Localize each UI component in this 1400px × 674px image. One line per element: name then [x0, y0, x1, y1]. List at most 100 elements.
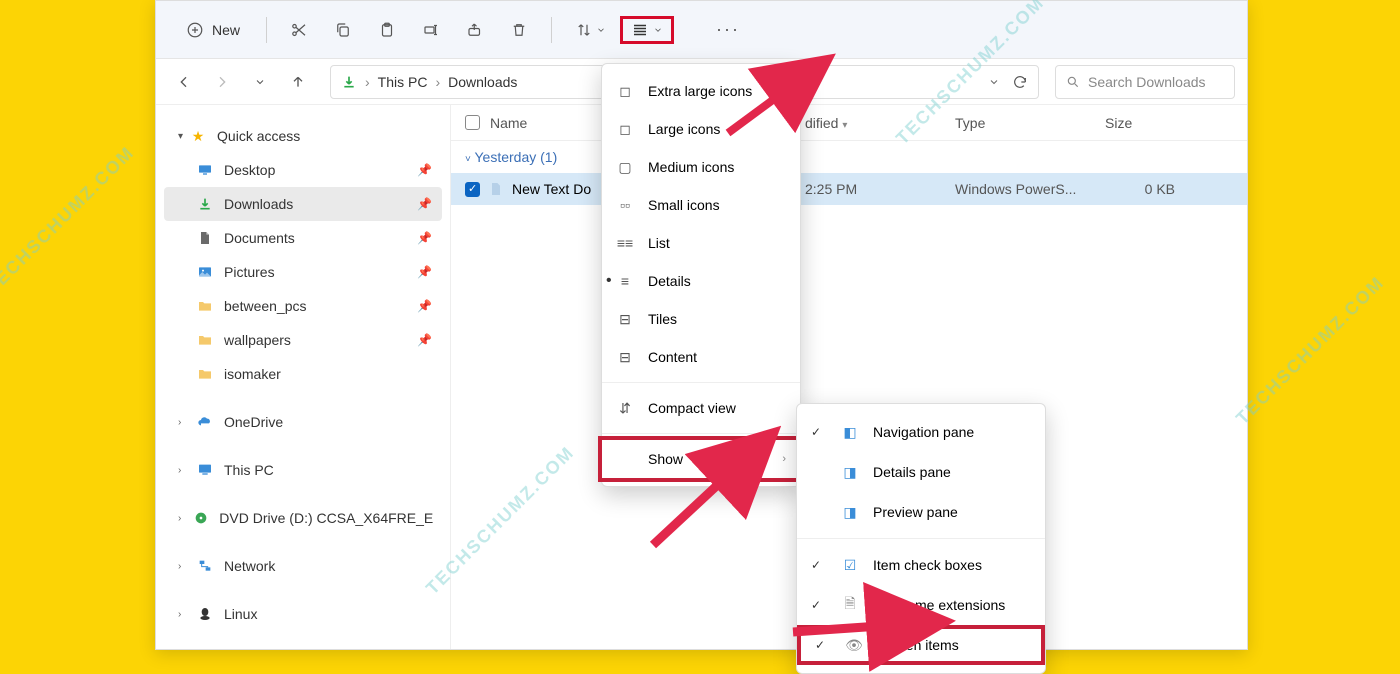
sidebar-item-downloads[interactable]: Downloads📌 — [164, 187, 442, 221]
sidebar-item-desktop[interactable]: Desktop📌 — [164, 153, 442, 187]
menu-item-sm-icons[interactable]: ▫▫Small icons — [602, 186, 800, 224]
chevron-down-icon — [653, 25, 663, 35]
menu-item-md-icons[interactable]: ▢Medium icons — [602, 148, 800, 186]
separator — [551, 17, 552, 43]
sidebar-item-wallpapers[interactable]: wallpapers 📌 — [164, 323, 442, 357]
submenu-navigation-pane[interactable]: ✓◧Navigation pane — [797, 412, 1045, 452]
sidebar-item-label: between_pcs — [224, 298, 307, 314]
view-button[interactable] — [620, 16, 674, 44]
column-type[interactable]: Type — [955, 115, 1105, 131]
share-button[interactable] — [455, 10, 495, 50]
pin-icon: 📌 — [417, 299, 432, 313]
submenu-details-pane[interactable]: ◨Details pane — [797, 452, 1045, 492]
delete-button[interactable] — [499, 10, 539, 50]
breadcrumb-root[interactable]: This PC — [378, 74, 428, 90]
menu-separator — [797, 538, 1045, 539]
copy-button[interactable] — [323, 10, 363, 50]
tiles-icon: ⊟ — [616, 311, 634, 328]
sidebar-item-documents[interactable]: Documents📌 — [164, 221, 442, 255]
menu-item-list[interactable]: ≡≡List — [602, 224, 800, 262]
sidebar-item-label: wallpapers — [224, 332, 291, 348]
sidebar-linux[interactable]: › Linux — [164, 597, 442, 631]
chevron-right-icon: › — [178, 513, 189, 524]
square-icon: ▢ — [616, 159, 634, 176]
lines-icon: ≡ — [616, 273, 634, 289]
chevron-down-icon — [596, 25, 606, 35]
file-icon — [488, 181, 504, 197]
list-icon: ≡≡ — [616, 235, 634, 251]
sidebar-network[interactable]: › Network — [164, 549, 442, 583]
group-header[interactable]: ˅ Yesterday (1) — [451, 141, 1247, 173]
check-icon: ✓ — [811, 425, 827, 439]
search-placeholder: Search Downloads — [1088, 74, 1206, 90]
sidebar-item-label: Quick access — [217, 128, 300, 144]
file-row[interactable]: New Text Do 2:25 PM Windows PowerS... 0 … — [451, 173, 1247, 205]
cloud-icon — [196, 413, 214, 431]
sidebar-dvd[interactable]: ›DVD Drive (D:) CCSA_X64FRE_EN-US_D — [164, 501, 442, 535]
chevron-right-icon: › — [178, 609, 192, 620]
sidebar-this-pc[interactable]: ›This PC — [164, 453, 442, 487]
star-icon: ★ — [189, 127, 207, 145]
breadcrumb-sep: › — [365, 74, 370, 90]
chevron-down-icon[interactable] — [988, 76, 1000, 88]
more-button[interactable]: ··· — [706, 19, 750, 40]
share-icon — [466, 21, 484, 39]
breadcrumb-folder[interactable]: Downloads — [448, 74, 517, 90]
folder-icon — [196, 331, 214, 349]
cut-button[interactable] — [279, 10, 319, 50]
sort-button[interactable] — [564, 10, 616, 50]
back-button[interactable] — [168, 66, 200, 98]
annotation-arrow — [788, 594, 948, 644]
new-button[interactable]: New — [172, 13, 254, 47]
desktop-icon — [196, 161, 214, 179]
grid-icon: ▫▫ — [616, 197, 634, 213]
sort-icon — [575, 21, 593, 39]
menu-item-tiles[interactable]: ⊟Tiles — [602, 300, 800, 338]
sidebar-item-isomaker[interactable]: isomaker — [164, 357, 442, 391]
sidebar-item-label: Linux — [224, 606, 257, 622]
submenu-preview-pane[interactable]: ◨Preview pane — [797, 492, 1045, 532]
compact-icon: ⇵ — [616, 400, 634, 417]
up-button[interactable] — [282, 66, 314, 98]
pin-icon: 📌 — [417, 231, 432, 245]
sidebar-item-label: Network — [224, 558, 275, 574]
search-input[interactable]: Search Downloads — [1055, 65, 1235, 99]
forward-button[interactable] — [206, 66, 238, 98]
rename-icon — [422, 21, 440, 39]
sidebar-onedrive[interactable]: ›OneDrive — [164, 405, 442, 439]
file-explorer-window: New ··· › This PC › Downloads — [155, 0, 1248, 650]
row-checkbox[interactable] — [465, 182, 480, 197]
menu-item-content[interactable]: ⊟Content — [602, 338, 800, 376]
toolbar: New ··· — [156, 1, 1247, 59]
pin-icon: 📌 — [417, 333, 432, 347]
monitor-icon — [196, 461, 214, 479]
chevron-right-icon: › — [178, 561, 192, 572]
select-all-checkbox[interactable] — [465, 115, 480, 130]
rename-button[interactable] — [411, 10, 451, 50]
pin-icon: 📌 — [417, 265, 432, 279]
paste-button[interactable] — [367, 10, 407, 50]
square-icon: ◻ — [616, 83, 634, 100]
file-size: 0 KB — [1105, 181, 1185, 197]
column-size[interactable]: Size — [1105, 115, 1185, 131]
folder-icon — [196, 365, 214, 383]
clipboard-icon — [378, 21, 396, 39]
pictures-icon — [196, 263, 214, 281]
menu-item-compact[interactable]: ⇵Compact view — [602, 389, 800, 427]
arrow-up-icon — [290, 74, 306, 90]
sidebar-item-pictures[interactable]: Pictures📌 — [164, 255, 442, 289]
menu-item-details[interactable]: •≡Details — [602, 262, 800, 300]
file-time: 2:25 PM — [805, 181, 955, 197]
sidebar-item-between-pcs[interactable]: between_pcs 📌 — [164, 289, 442, 323]
sidebar: ▾ ★ Quick access Desktop📌 Downloads📌 Doc… — [156, 105, 451, 649]
submenu-item-checkboxes[interactable]: ✓☑Item check boxes — [797, 545, 1045, 585]
chevron-right-icon: › — [178, 417, 192, 428]
column-name[interactable]: Name — [490, 115, 527, 131]
pane-icon: ◨ — [841, 504, 859, 521]
sidebar-quick-access[interactable]: ▾ ★ Quick access — [164, 119, 442, 153]
chevron-right-icon: › — [178, 465, 192, 476]
refresh-icon[interactable] — [1012, 74, 1028, 90]
recent-button[interactable] — [244, 66, 276, 98]
menu-separator — [602, 382, 800, 383]
annotation-arrow — [648, 430, 788, 550]
